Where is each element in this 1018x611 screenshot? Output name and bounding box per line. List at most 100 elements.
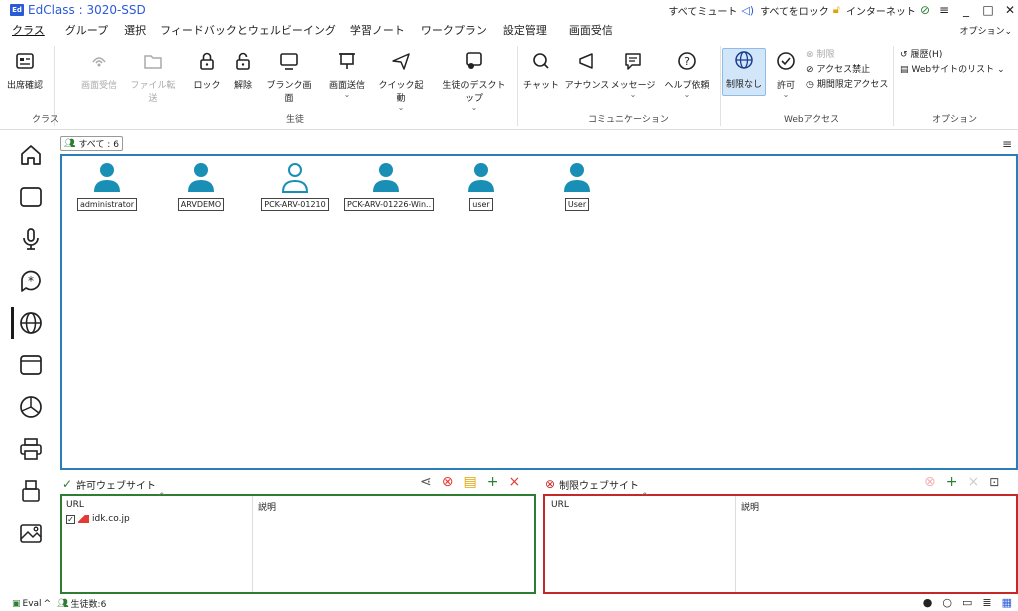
usb-device-icon[interactable]: [18, 478, 44, 504]
menu-feedback[interactable]: フィードバックとウェルビーイング: [146, 22, 336, 38]
user-filled-icon[interactable]: ●: [923, 596, 933, 609]
left-sidebar: *: [0, 132, 58, 592]
url-column-header[interactable]: URL: [551, 500, 569, 510]
lock-all-button[interactable]: すべてをロック 🔓︎: [760, 3, 840, 18]
menu-work-plan[interactable]: ワークプラン: [405, 22, 487, 38]
student-count-label: 生徒数:6: [70, 600, 107, 610]
import-icon[interactable]: ⊡: [989, 475, 999, 489]
chat-button[interactable]: チャット: [518, 50, 564, 91]
allowed-site-row[interactable]: ✓ idk.co.jp: [66, 514, 130, 524]
browser-window-icon[interactable]: [18, 352, 44, 378]
history-option[interactable]: ↺ 履歴(H): [900, 48, 1005, 63]
allow-button[interactable]: 許可 ⌄: [768, 50, 804, 99]
help-request-button[interactable]: ? ヘルプ依頼 ⌄: [664, 50, 710, 99]
active-indicator: [11, 307, 14, 339]
app-control-icon[interactable]: *: [18, 268, 44, 294]
receive-screen-button[interactable]: 画面受信: [76, 50, 122, 91]
attendance-button[interactable]: 出席確認: [2, 50, 48, 91]
blank-screen-button[interactable]: ブランク画面: [266, 50, 312, 104]
screen-view-icon[interactable]: ▭: [962, 596, 972, 609]
history-icon: ↺: [900, 50, 908, 60]
lock-icon: [196, 50, 218, 74]
close-button[interactable]: ✕: [1002, 3, 1018, 17]
clear-circle-icon[interactable]: ⊗: [924, 474, 936, 490]
quick-launch-button[interactable]: クイック起動 ⌄: [378, 50, 424, 112]
home-icon[interactable]: [18, 142, 44, 168]
internet-toggle[interactable]: インターネット ⊘: [846, 3, 930, 18]
receive-screen-label: 画面受信: [80, 81, 117, 91]
student-desktop-button[interactable]: 生徒のデスクトップ ⌄: [440, 50, 508, 112]
student-avatar-icon: [373, 163, 399, 192]
eval-badge[interactable]: ▣ Eval ^: [12, 599, 51, 609]
user-outline-icon[interactable]: ○: [942, 596, 952, 609]
list-view-icon[interactable]: ≣: [982, 596, 991, 609]
site-checkbox[interactable]: ✓: [66, 514, 75, 524]
pie-chart-icon[interactable]: [18, 394, 44, 420]
menu-class[interactable]: クラス: [0, 22, 45, 38]
svg-text:*: *: [28, 274, 34, 288]
student-tile[interactable]: PCK-ARV-01210: [260, 162, 330, 211]
site-list-option[interactable]: ▤ Webサイトのリスト ⌄: [900, 63, 1005, 78]
clear-circle-icon[interactable]: ⊗: [442, 474, 454, 490]
message-button[interactable]: メッセージ ⌄: [610, 50, 656, 99]
menu-screen-receive[interactable]: 画面受信: [547, 22, 613, 38]
student-name: User: [564, 198, 590, 211]
remove-icon[interactable]: ×: [967, 474, 979, 490]
minimize-button[interactable]: _: [958, 3, 974, 17]
unlock-icon: [232, 50, 254, 74]
menu-select[interactable]: 選択: [108, 22, 146, 38]
notes-icon[interactable]: ▤: [463, 474, 476, 490]
svg-text:?: ?: [684, 55, 690, 68]
description-column-header[interactable]: 説明: [258, 500, 276, 513]
file-transfer-button[interactable]: ファイル転送: [130, 50, 176, 104]
timed-access-option[interactable]: ◷ 期間限定アクセス: [806, 78, 888, 93]
all-students-tag[interactable]: 👥︎ すべて : 6: [60, 136, 123, 151]
limit-option[interactable]: ⊗ 制限: [806, 48, 888, 63]
column-separator: [735, 496, 736, 592]
sort-up-icon: ^: [641, 492, 649, 502]
no-limit-button[interactable]: 制限なし: [722, 48, 766, 96]
menu-learning-notes[interactable]: 学習ノート: [336, 22, 405, 38]
remove-icon[interactable]: ×: [508, 474, 520, 490]
window-title: EdClass : 3020-SSD: [28, 3, 146, 17]
url-column-header[interactable]: URL: [66, 500, 84, 510]
hamburger-menu-icon[interactable]: ≡: [936, 3, 952, 17]
column-separator: [252, 496, 253, 592]
add-icon[interactable]: +: [487, 474, 499, 490]
announce-button[interactable]: アナウンス: [564, 50, 610, 91]
menu-settings[interactable]: 設定管理: [487, 22, 547, 38]
lock-label: ロック: [193, 81, 221, 91]
blank-screen-label: ブランク画面: [266, 81, 312, 104]
student-desktop-label: 生徒のデスクトップ: [442, 81, 506, 104]
student-tile[interactable]: PCK-ARV-01226-Win..: [344, 162, 435, 211]
chevron-down-icon: ⌄: [470, 103, 478, 112]
panel-menu-icon[interactable]: ≡: [1002, 137, 1012, 151]
lock-all-label: すべてをロック: [760, 6, 829, 18]
menu-group[interactable]: グループ: [45, 22, 108, 38]
screen-icon[interactable]: [18, 184, 44, 210]
grid-view-icon[interactable]: ▦: [1002, 596, 1012, 609]
desktop-user-icon: [463, 50, 485, 74]
printer-icon[interactable]: [18, 436, 44, 462]
add-icon[interactable]: +: [946, 474, 958, 490]
microphone-icon[interactable]: [18, 226, 44, 252]
web-globe-icon[interactable]: [18, 310, 44, 336]
student-tile[interactable]: User: [542, 162, 612, 211]
share-icon[interactable]: ⋖: [420, 474, 432, 490]
image-icon[interactable]: [18, 520, 44, 546]
allowed-sites-toolbar: ⋖ ⊗ ▤ + ×: [420, 474, 520, 490]
student-tile[interactable]: user: [446, 162, 516, 211]
send-screen-button[interactable]: 画面送信 ⌄: [324, 50, 370, 99]
options-menu[interactable]: オプション⌄: [959, 24, 1012, 37]
chat-label: チャット: [523, 81, 559, 91]
block-access-option[interactable]: ⊘ アクセス禁止: [806, 63, 888, 78]
chevron-down-icon: ⌄: [683, 90, 691, 99]
student-tile[interactable]: administrator: [72, 162, 142, 211]
file-transfer-label: ファイル転送: [130, 81, 176, 104]
description-column-header[interactable]: 説明: [741, 500, 759, 513]
unlock-button[interactable]: 解除: [220, 50, 266, 91]
maximize-button[interactable]: □: [980, 3, 996, 17]
mute-all-button[interactable]: すべてミュート ◁): [668, 3, 754, 18]
student-tile[interactable]: ARVDEMO: [166, 162, 236, 211]
block-access-label: アクセス禁止: [816, 65, 871, 75]
